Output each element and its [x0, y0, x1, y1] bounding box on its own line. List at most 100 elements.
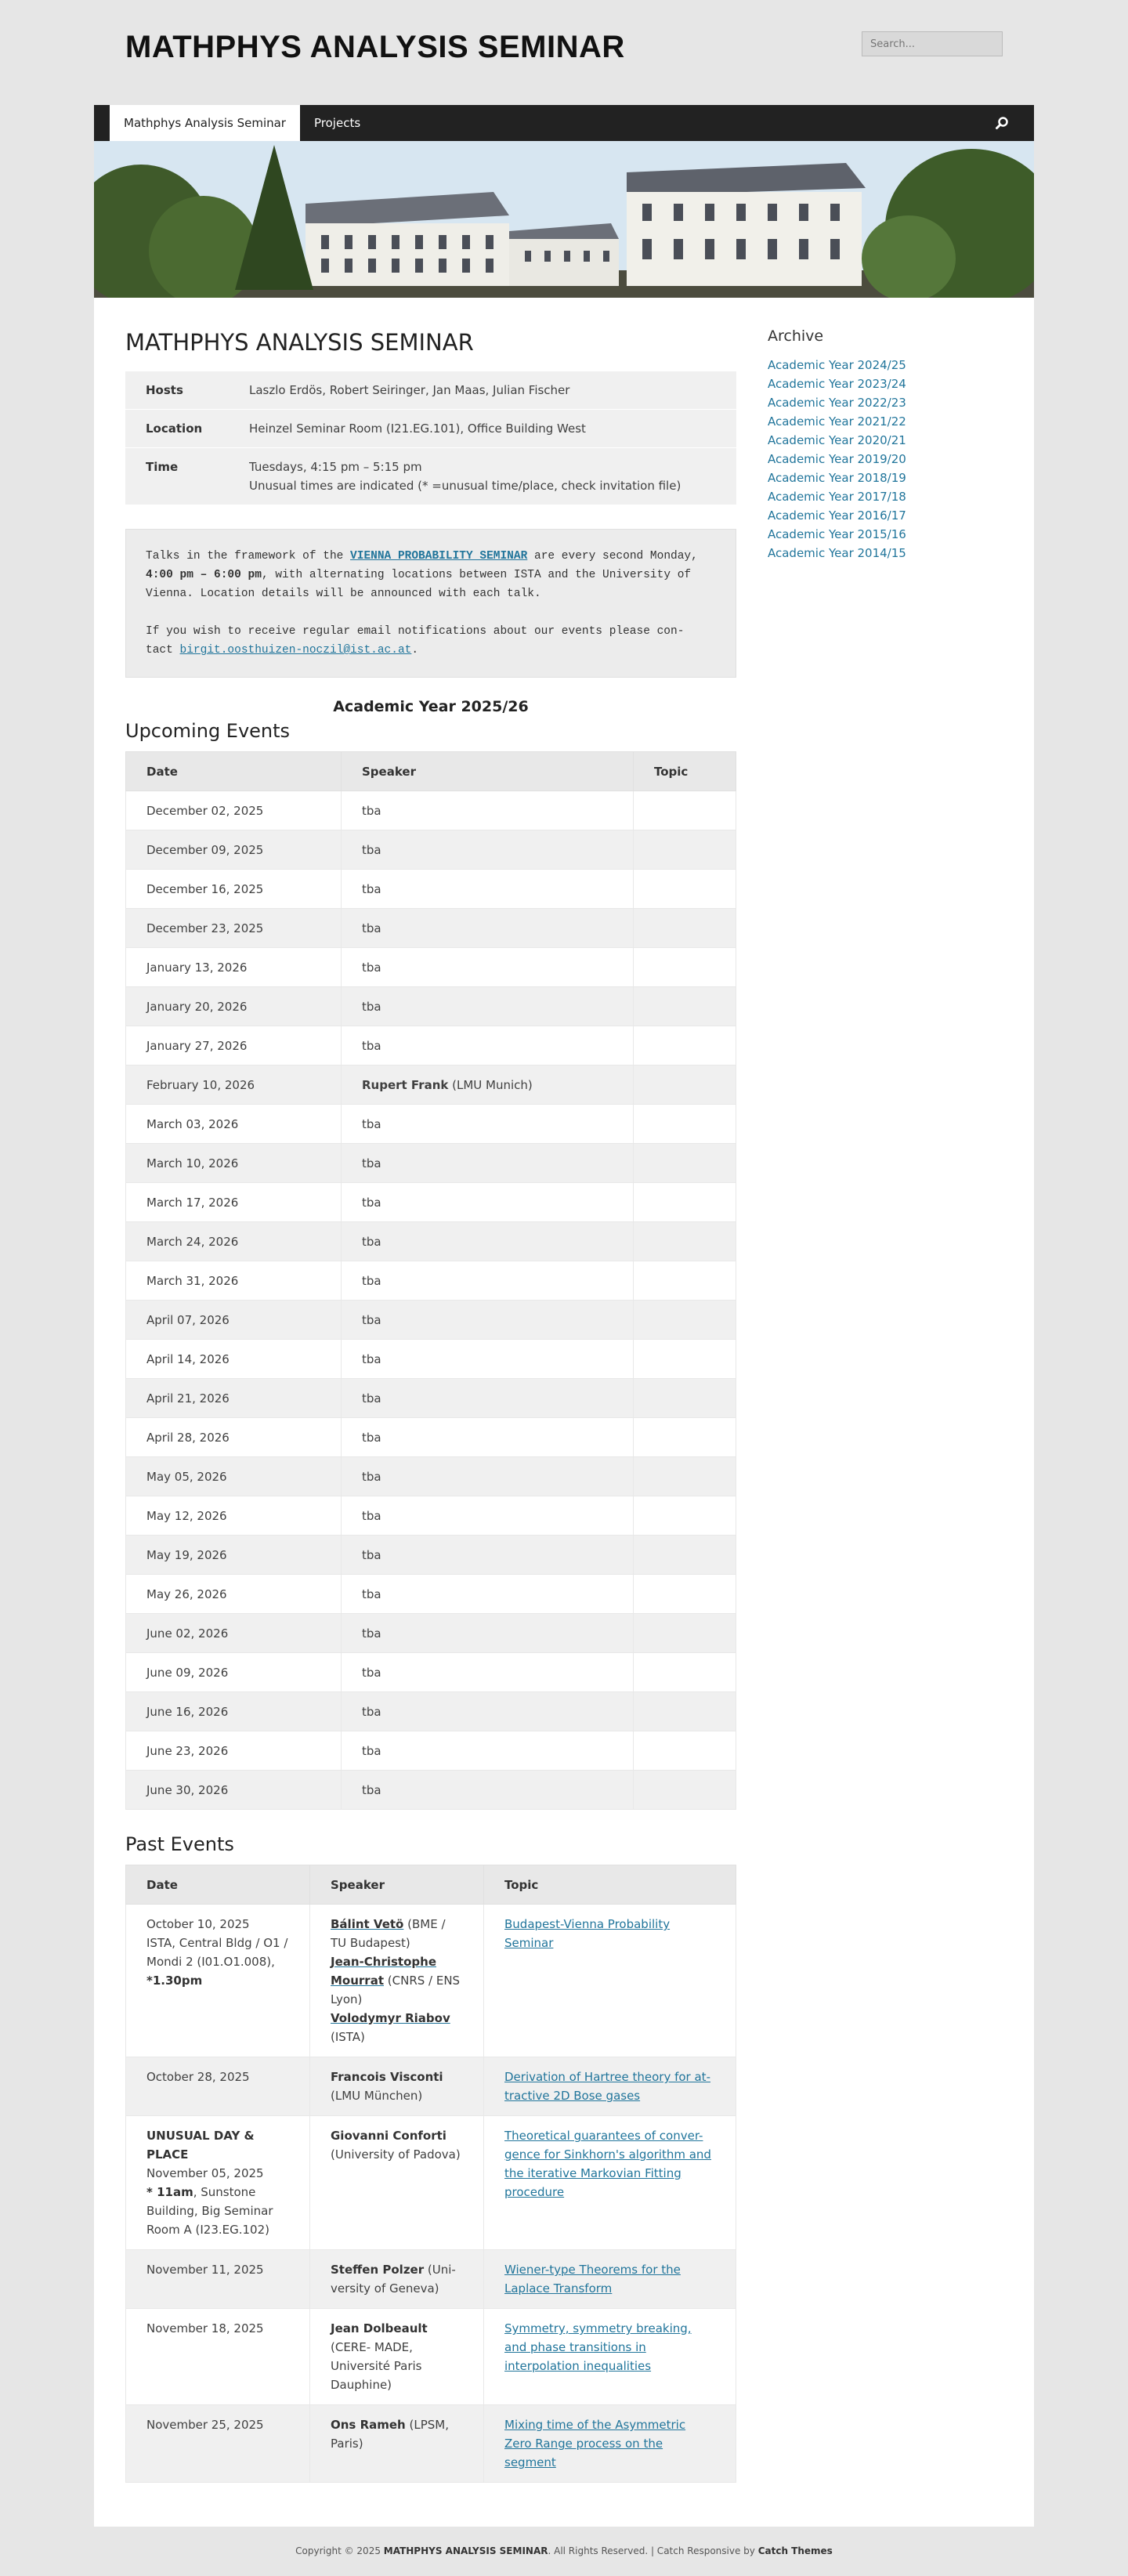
table-row: November 11, 2025 Steffen Polzer (Uni- ve…: [125, 2249, 736, 2309]
event-speaker: tba: [341, 908, 634, 948]
contact-email-link[interactable]: birgit.oosthuizen-noczil@ist.ac.at: [180, 644, 412, 657]
archive-year-link[interactable]: Academic Year 2016/17: [768, 508, 906, 523]
time-label: Time: [125, 447, 229, 505]
notice-time-bold: 4:00 pm – 6:00 pm: [146, 569, 262, 581]
footer-copyright: Copyright © 2025: [295, 2545, 384, 2556]
topic-link[interactable]: Symmetry, symmetry breaking, and phase t…: [504, 2321, 692, 2373]
speaker-name: Rupert Frank: [362, 1077, 449, 1092]
footer-site-link[interactable]: MATHPHYS ANALYSIS SEMINAR: [384, 2545, 548, 2556]
nav-item-mathphys-analysis-seminar[interactable]: Mathphys Analysis Seminar: [110, 105, 300, 141]
time-value: Tuesdays, 4:15 pm – 5:15 pm Unusual time…: [229, 447, 736, 505]
event-topic: Theoretical guarantees of conver- gence …: [483, 2115, 736, 2250]
event-date: April 07, 2026: [125, 1300, 342, 1340]
speaker-name: Ons Rameh: [331, 2418, 406, 2432]
event-date: June 23, 2026: [125, 1731, 342, 1771]
event-speaker: Ons Rameh (LPSM, Paris): [309, 2404, 484, 2483]
event-date: October 28, 2025: [125, 2057, 310, 2116]
event-speaker: tba: [341, 1770, 634, 1810]
speaker-name: Volodymyr Riabov: [331, 2011, 450, 2025]
table-row: October 28, 2025 Francois Visconti (LMU M…: [125, 2057, 736, 2116]
time-value-line-2: Unusual times are indicated (* =unusual …: [249, 479, 682, 493]
archive-year-link[interactable]: Academic Year 2019/20: [768, 452, 906, 466]
event-topic: [633, 1065, 736, 1105]
event-date: March 24, 2026: [125, 1221, 342, 1261]
table-row: March 03, 2026 tba: [125, 1104, 736, 1144]
event-topic: [633, 869, 736, 909]
column-header-speaker: Speaker: [341, 751, 634, 791]
header-banner-image: [94, 141, 1034, 298]
table-row: April 28, 2026 tba: [125, 1417, 736, 1457]
speaker-name: Steffen Polzer: [331, 2263, 425, 2277]
table-row: December 23, 2025 tba: [125, 908, 736, 948]
event-speaker: Steffen Polzer (Uni- versity of Geneva): [309, 2249, 484, 2309]
event-speaker: Francois Visconti (LMU München): [309, 2057, 484, 2116]
event-date: January 13, 2026: [125, 947, 342, 987]
speaker-name: Bálint Vetö: [331, 1917, 404, 1931]
event-topic: [633, 1731, 736, 1771]
event-topic: [633, 1691, 736, 1731]
archive-year-link[interactable]: Academic Year 2017/18: [768, 490, 906, 504]
unusual-notice: UNUSUAL DAY & PLACE: [146, 2129, 255, 2162]
archive-item: Academic Year 2018/19: [768, 469, 1003, 487]
archive-year-link[interactable]: Academic Year 2023/24: [768, 377, 906, 391]
event-date: December 09, 2025: [125, 830, 342, 870]
archive-year-link[interactable]: Academic Year 2018/19: [768, 471, 906, 485]
table-row: May 19, 2026 tba: [125, 1535, 736, 1575]
table-row: January 27, 2026 tba: [125, 1026, 736, 1065]
event-date: June 16, 2026: [125, 1691, 342, 1731]
event-topic: [633, 1535, 736, 1575]
site-title[interactable]: MATHPHYS ANALYSIS SEMINAR: [125, 30, 625, 65]
event-date-line: November 05, 2025: [146, 2166, 264, 2180]
topic-link[interactable]: Mixing time of the Asymmetric Zero Range…: [504, 2418, 685, 2469]
event-topic: [633, 1417, 736, 1457]
archive-year-link[interactable]: Academic Year 2022/23: [768, 396, 906, 410]
table-row: March 24, 2026 tba: [125, 1221, 736, 1261]
event-topic: [633, 1104, 736, 1144]
event-date: December 16, 2025: [125, 869, 342, 909]
speaker-link[interactable]: Volodymyr Riabov: [331, 2011, 450, 2025]
archive-year-link[interactable]: Academic Year 2021/22: [768, 414, 906, 429]
event-speaker: tba: [341, 869, 634, 909]
table-row: June 30, 2026 tba: [125, 1770, 736, 1810]
speaker-name: Francois Visconti: [331, 2070, 443, 2084]
archive-year-link[interactable]: Academic Year 2020/21: [768, 433, 906, 447]
topic-link[interactable]: Budapest-Vienna Probability Seminar: [504, 1917, 670, 1950]
event-topic: Derivation of Hartree theory for at- tra…: [483, 2057, 736, 2116]
table-row: March 10, 2026 tba: [125, 1143, 736, 1183]
event-date-line: November 25, 2025: [146, 2418, 264, 2432]
event-topic: [633, 1182, 736, 1222]
event-date: May 19, 2026: [125, 1535, 342, 1575]
table-row: June 02, 2026 tba: [125, 1613, 736, 1653]
topic-link[interactable]: Theoretical guarantees of conver- gence …: [504, 2129, 711, 2199]
archive-year-link[interactable]: Academic Year 2014/15: [768, 546, 906, 560]
table-row: April 21, 2026 tba: [125, 1378, 736, 1418]
speaker-entry: Bálint Vetö (BME / TU Budapest): [331, 1915, 463, 1952]
archive-year-link[interactable]: Academic Year 2015/16: [768, 527, 906, 541]
speaker-affiliation: (University of Padova): [331, 2147, 461, 2162]
archive-item: Academic Year 2014/15: [768, 544, 1003, 563]
table-row: February 10, 2026 Rupert Frank (LMU Munic…: [125, 1065, 736, 1105]
event-date-line: November 11, 2025: [146, 2263, 264, 2277]
event-topic: [633, 1456, 736, 1496]
vienna-probability-seminar-link[interactable]: VIENNA PROBABILITY SEMINAR: [350, 550, 527, 563]
speaker-link[interactable]: Bálint Vetö: [331, 1917, 403, 1931]
page-title: MATHPHYS ANALYSIS SEMINAR: [125, 329, 474, 356]
footer-theme-link[interactable]: Catch Themes: [758, 2545, 833, 2556]
table-row: April 07, 2026 tba: [125, 1300, 736, 1340]
archive-year-link[interactable]: Academic Year 2024/25: [768, 358, 906, 372]
topic-link[interactable]: Derivation of Hartree theory for at- tra…: [504, 2070, 710, 2103]
event-speaker: tba: [341, 1378, 634, 1418]
event-date-line: October 10, 2025: [146, 1917, 250, 1931]
search-icon[interactable]: [995, 116, 1009, 130]
event-date: March 31, 2026: [125, 1261, 342, 1301]
event-speaker: tba: [341, 1535, 634, 1575]
event-speaker: Rupert Frank (LMU Munich): [341, 1065, 634, 1105]
search-input[interactable]: [862, 31, 1003, 56]
event-date: June 30, 2026: [125, 1770, 342, 1810]
table-row: UNUSUAL DAY & PLACE November 05, 2025 * 11…: [125, 2115, 736, 2250]
topic-link[interactable]: Wiener-type Theorems for the Laplace Tra…: [504, 2263, 681, 2296]
notice-text: .: [411, 644, 419, 657]
location-value: Heinzel Seminar Room (I21.EG.101), Offic…: [229, 409, 736, 448]
nav-item-projects[interactable]: Projects: [300, 105, 374, 141]
event-date: December 23, 2025: [125, 908, 342, 948]
